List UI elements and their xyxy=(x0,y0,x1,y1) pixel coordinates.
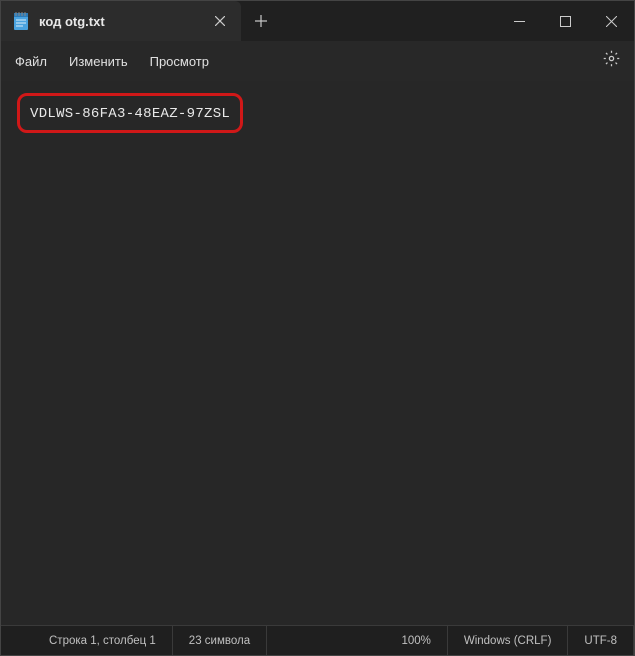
window-controls xyxy=(496,1,634,41)
tab-area: код otg.txt xyxy=(1,1,281,41)
menu-view[interactable]: Просмотр xyxy=(150,54,209,69)
status-zoom[interactable]: 100% xyxy=(385,626,447,655)
close-window-button[interactable] xyxy=(588,1,634,41)
titlebar: код otg.txt xyxy=(1,1,634,41)
status-charcount: 23 символа xyxy=(173,626,267,655)
status-position: Строка 1, столбец 1 xyxy=(1,626,173,655)
maximize-button[interactable] xyxy=(542,1,588,41)
new-tab-button[interactable] xyxy=(241,1,281,41)
menu-file[interactable]: Файл xyxy=(15,54,47,69)
statusbar: Строка 1, столбец 1 23 символа 100% Wind… xyxy=(1,625,634,655)
settings-button[interactable] xyxy=(603,50,620,72)
status-lineending[interactable]: Windows (CRLF) xyxy=(448,626,569,655)
menu-edit[interactable]: Изменить xyxy=(69,54,128,69)
menubar: Файл Изменить Просмотр xyxy=(1,41,634,81)
notepad-icon xyxy=(13,11,29,31)
status-encoding[interactable]: UTF-8 xyxy=(568,626,634,655)
close-tab-button[interactable] xyxy=(211,11,229,31)
menu-items: Файл Изменить Просмотр xyxy=(15,54,209,69)
minimize-button[interactable] xyxy=(496,1,542,41)
editor-content: VDLWS-86FA3-48EAZ-97ZSL xyxy=(30,106,230,122)
notepad-window: код otg.txt xyxy=(0,0,635,656)
tab-title: код otg.txt xyxy=(39,14,201,29)
content-highlight: VDLWS-86FA3-48EAZ-97ZSL xyxy=(17,93,243,133)
editor-area[interactable]: VDLWS-86FA3-48EAZ-97ZSL xyxy=(1,81,634,625)
tab-active[interactable]: код otg.txt xyxy=(1,1,241,41)
